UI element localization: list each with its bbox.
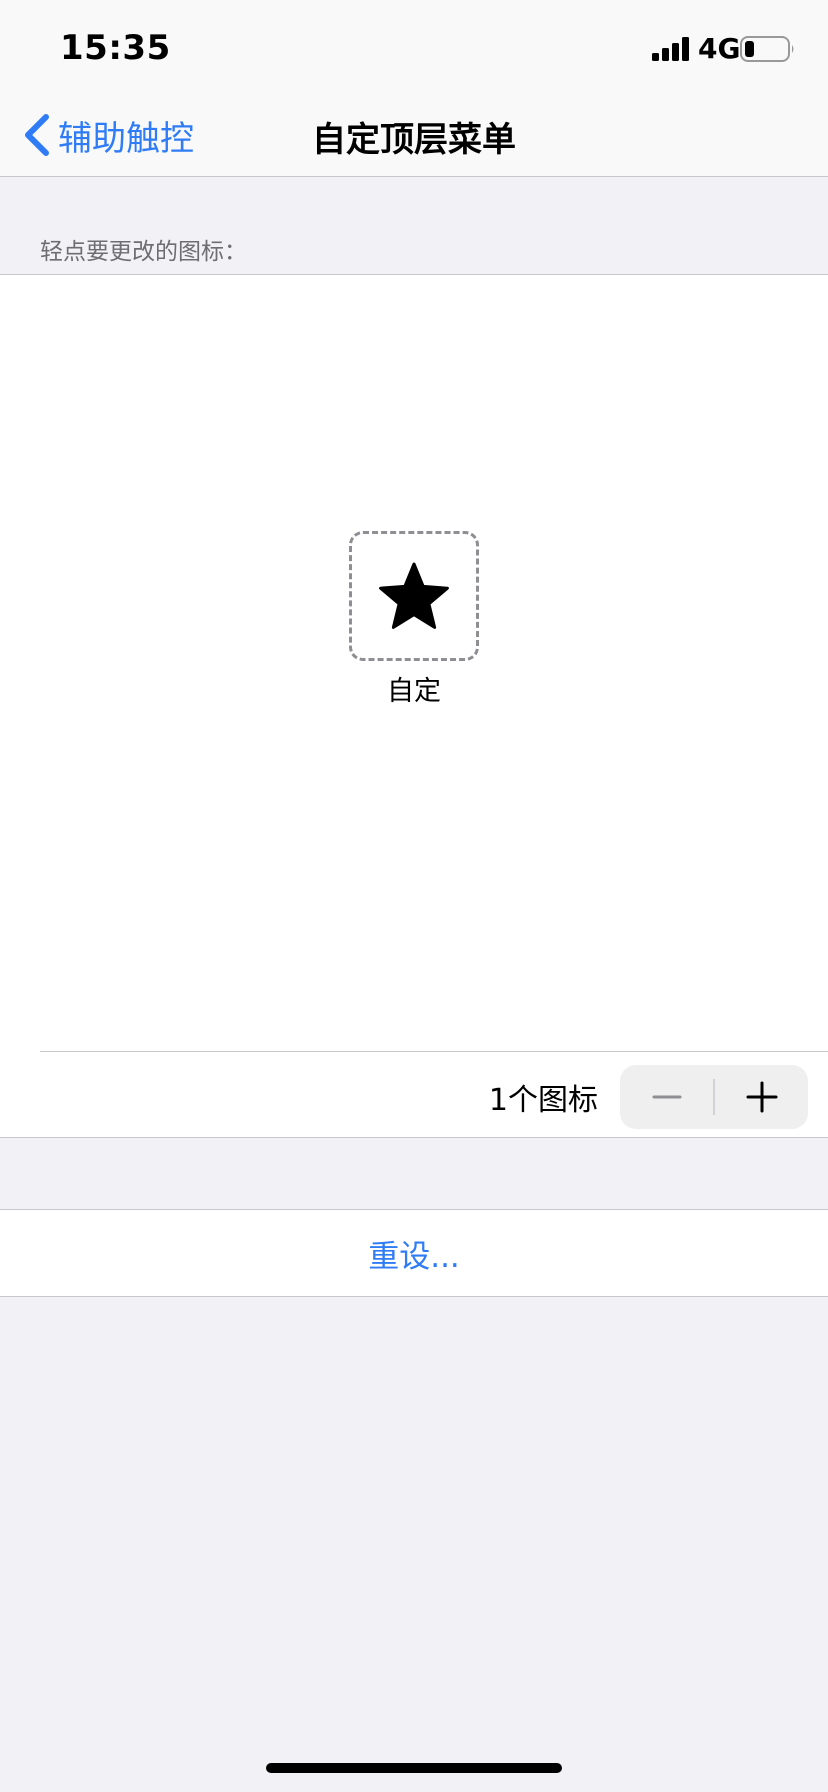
reset-label: 重设... — [368, 1238, 460, 1275]
icon-count-stepper — [620, 1065, 808, 1129]
divider — [40, 1051, 828, 1052]
navigation-bar: 辅助触控 自定顶层菜单 — [0, 94, 828, 177]
increment-button[interactable] — [715, 1065, 808, 1129]
cellular-signal-icon — [652, 37, 689, 61]
status-time: 15:35 — [60, 28, 171, 68]
network-type: 4G — [698, 32, 741, 65]
minus-icon — [652, 1095, 681, 1099]
decrement-button[interactable] — [620, 1065, 713, 1129]
menu-editor-panel: 自定 1个图标 — [0, 274, 828, 1138]
status-bar: 15:35 4G — [0, 0, 828, 94]
icon-count: 1个图标 — [488, 1083, 598, 1118]
section-header: 轻点要更改的图标： — [40, 239, 247, 265]
icon-slot-label: 自定 — [387, 676, 441, 707]
plus-icon — [746, 1081, 777, 1113]
reset-button[interactable]: 重设... — [0, 1209, 828, 1297]
battery-low-icon — [740, 36, 794, 62]
page-title: 自定顶层菜单 — [312, 120, 516, 160]
star-icon — [379, 562, 449, 629]
icon-slot-custom[interactable] — [349, 531, 479, 661]
home-indicator[interactable] — [266, 1763, 562, 1773]
